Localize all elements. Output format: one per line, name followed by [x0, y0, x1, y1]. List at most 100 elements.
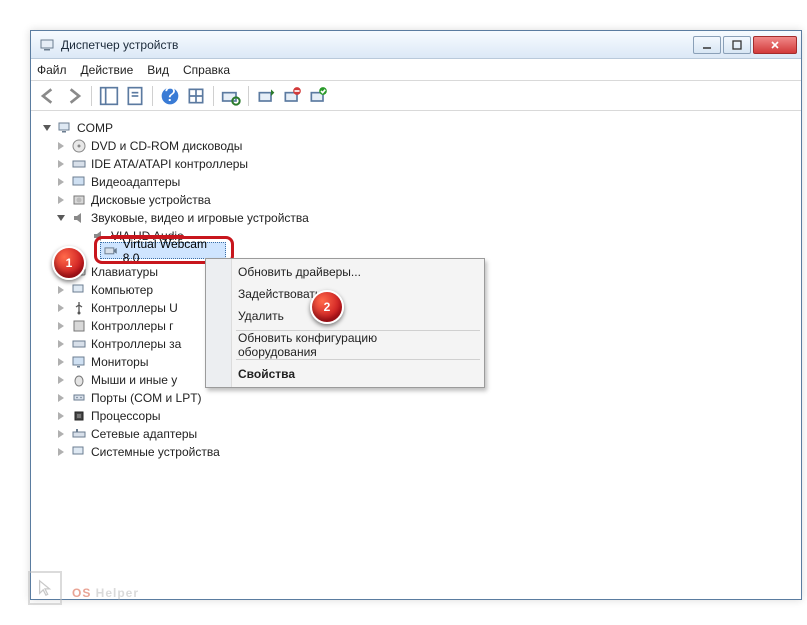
annotation-callout-2: 2: [310, 290, 344, 324]
menu-view[interactable]: Вид: [147, 63, 169, 77]
titlebar: Диспетчер устройств: [31, 31, 801, 59]
tree-item[interactable]: Видеоадаптеры: [41, 173, 791, 191]
tree-item[interactable]: Процессоры: [41, 407, 791, 425]
tree-item[interactable]: Сетевые адаптеры: [41, 425, 791, 443]
tree-item-label: IDE ATA/ATAPI контроллеры: [91, 157, 248, 171]
tree-item-label: Видеоадаптеры: [91, 175, 180, 189]
window-title: Диспетчер устройств: [61, 38, 691, 52]
toolbar-separator: [152, 86, 153, 106]
back-button[interactable]: [37, 85, 59, 107]
usb-icon: [71, 300, 87, 316]
webcam-icon: [103, 243, 119, 259]
expander-icon[interactable]: [55, 176, 67, 188]
close-button[interactable]: [753, 36, 797, 54]
cpu-icon: [71, 408, 87, 424]
context-menu: Обновить драйверы... Задействовать Удали…: [205, 258, 485, 388]
callout-number: 1: [66, 256, 73, 270]
toolbar-separator: [213, 86, 214, 106]
watermark-helper: Helper: [91, 586, 139, 600]
tree-item[interactable]: IDE ATA/ATAPI контроллеры: [41, 155, 791, 173]
ctx-label: Задействовать: [238, 287, 321, 301]
watermark: OS Helper: [28, 571, 139, 605]
ctx-delete[interactable]: Удалить: [208, 305, 482, 327]
port-icon: [71, 390, 87, 406]
expander-icon[interactable]: [55, 302, 67, 314]
expander-icon[interactable]: [55, 212, 67, 224]
forward-button[interactable]: [63, 85, 85, 107]
system-device-icon: [71, 444, 87, 460]
menu-action[interactable]: Действие: [81, 63, 134, 77]
tree-item-label: Мыши и иные у: [91, 373, 177, 387]
tree-item[interactable]: Дисковые устройства: [41, 191, 791, 209]
context-menu-separator: [236, 359, 480, 360]
expander-icon[interactable]: [55, 158, 67, 170]
storage-controller-icon: [71, 336, 87, 352]
tree-item[interactable]: DVD и CD-ROM дисководы: [41, 137, 791, 155]
tree-item[interactable]: Системные устройства: [41, 443, 791, 461]
monitor-icon: [71, 354, 87, 370]
expander-icon[interactable]: [55, 140, 67, 152]
ctx-label: Обновить драйверы...: [238, 265, 361, 279]
annotation-callout-1: 1: [52, 246, 86, 280]
tree-item-label: Контроллеры U: [91, 301, 178, 315]
expander-icon[interactable]: [55, 338, 67, 350]
action-button[interactable]: [185, 85, 207, 107]
tree-root-label: COMP: [77, 121, 113, 135]
tree-item-label: Контроллеры г: [91, 319, 174, 333]
show-hide-tree-button[interactable]: [98, 85, 120, 107]
expander-icon[interactable]: [55, 392, 67, 404]
help-button[interactable]: ?: [159, 85, 181, 107]
tree-item-label: Процессоры: [91, 409, 161, 423]
toolbar-separator: [91, 86, 92, 106]
tree-item-label: Клавиатуры: [91, 265, 158, 279]
expander-icon[interactable]: [55, 374, 67, 386]
tree-root[interactable]: COMP: [41, 119, 791, 137]
expander-icon[interactable]: [41, 122, 53, 134]
ctx-scan-hardware[interactable]: Обновить конфигурацию оборудования: [208, 334, 482, 356]
ctx-label: Свойства: [238, 367, 295, 381]
window-buttons: [691, 36, 797, 54]
tree-item-label: Системные устройства: [91, 445, 220, 459]
controller-icon: [71, 156, 87, 172]
menu-file[interactable]: Файл: [37, 63, 67, 77]
ctx-properties[interactable]: Свойства: [208, 363, 482, 385]
network-icon: [71, 426, 87, 442]
menubar: Файл Действие Вид Справка: [31, 59, 801, 81]
tree-item-selected[interactable]: Virtual Webcam 8.0: [100, 242, 226, 259]
menu-help[interactable]: Справка: [183, 63, 230, 77]
floppy-controller-icon: [71, 318, 87, 334]
watermark-os: OS: [72, 586, 91, 600]
tree-item-label: Звуковые, видео и игровые устройства: [91, 211, 309, 225]
toolbar-separator: [248, 86, 249, 106]
minimize-button[interactable]: [693, 36, 721, 54]
display-adapter-icon: [71, 174, 87, 190]
expander-icon[interactable]: [55, 320, 67, 332]
enable-button[interactable]: [307, 85, 329, 107]
ctx-label: Обновить конфигурацию оборудования: [238, 331, 456, 359]
expander-icon[interactable]: [55, 284, 67, 296]
maximize-button[interactable]: [723, 36, 751, 54]
cursor-icon: [28, 571, 62, 605]
ctx-enable[interactable]: Задействовать: [208, 283, 482, 305]
context-menu-gutter: [206, 259, 232, 387]
expander-icon[interactable]: [55, 428, 67, 440]
computer-icon: [71, 282, 87, 298]
ctx-update-drivers[interactable]: Обновить драйверы...: [208, 261, 482, 283]
properties-button[interactable]: [124, 85, 146, 107]
tree-item[interactable]: Порты (COM и LPT): [41, 389, 791, 407]
expander-icon[interactable]: [55, 194, 67, 206]
scan-hardware-button[interactable]: [220, 85, 242, 107]
update-driver-button[interactable]: [255, 85, 277, 107]
mouse-icon: [71, 372, 87, 388]
spacer: [75, 230, 87, 242]
expander-icon[interactable]: [55, 446, 67, 458]
tree-item-label: Контроллеры за: [91, 337, 181, 351]
tree-item-sound[interactable]: Звуковые, видео и игровые устройства: [41, 209, 791, 227]
tree-item-label: DVD и CD-ROM дисководы: [91, 139, 242, 153]
sound-icon: [71, 210, 87, 226]
watermark-text: OS Helper: [72, 573, 139, 604]
expander-icon[interactable]: [55, 356, 67, 368]
ctx-label: Удалить: [238, 309, 284, 323]
expander-icon[interactable]: [55, 410, 67, 422]
disable-button[interactable]: [281, 85, 303, 107]
